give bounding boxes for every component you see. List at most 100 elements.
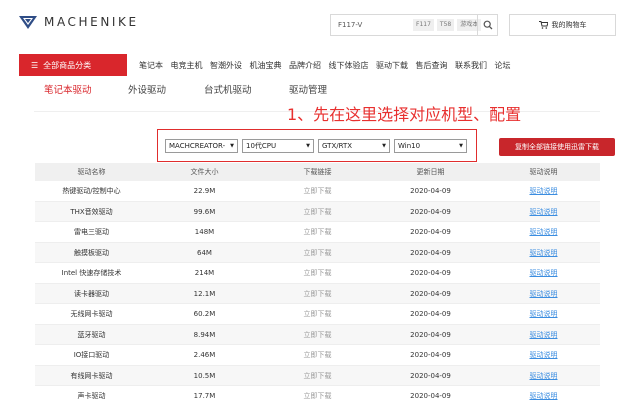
driver-notes-link[interactable]: 驱动说明 [487,345,600,365]
driver-notes-link[interactable]: 驱动说明 [487,243,600,263]
nav-link-guide[interactable]: 机油宝典 [250,60,282,71]
logo-text: MACHENIKE [44,15,139,29]
table-row: Intel 快速存储技术 214M 立即下载 2020-04-09 驱动说明 [35,263,600,284]
driver-name: 读卡器驱动 [74,289,109,298]
download-link[interactable]: 立即下载 [261,284,374,304]
file-size: 12.1M [193,289,216,298]
driver-name: 蓝牙驱动 [77,330,106,339]
driver-name: IO接口驱动 [73,351,110,359]
update-date: 2020-04-09 [410,330,451,339]
driver-name: 雷电三驱动 [74,228,109,236]
file-size: 2.46M [193,351,216,359]
nav-link-stores[interactable]: 线下体验店 [329,60,369,71]
tab-driver-manager[interactable]: 驱动管理 [289,82,327,96]
table-row: THX音效驱动 99.6M 立即下载 2020-04-09 驱动说明 [35,201,600,222]
header-update-date: 更新日期 [416,168,445,176]
update-date: 2020-04-09 [410,310,451,318]
file-size: 22.9M [193,187,216,195]
search-button[interactable] [477,15,497,35]
cpu-select[interactable]: 10代CPU ▼ [242,139,314,153]
driver-notes-link[interactable]: 驱动说明 [487,202,600,222]
table-row: 热键驱动/控制中心 22.9M 立即下载 2020-04-09 驱动说明 [35,181,600,202]
driver-name: 触摸板驱动 [74,248,109,257]
os-select[interactable]: Win10 ▼ [394,139,467,153]
table-body: 热键驱动/控制中心 22.9M 立即下载 2020-04-09 驱动说明 THX… [35,181,600,400]
tab-notebook-drivers[interactable]: 笔记本驱动 [44,82,92,96]
search-input[interactable] [331,15,411,35]
driver-notes-link[interactable]: 驱动说明 [487,304,600,324]
download-link[interactable]: 立即下载 [261,304,374,324]
file-size: 64M [197,248,212,257]
download-link[interactable]: 立即下载 [261,325,374,345]
dropdown-arrow-icon: ▼ [230,143,234,149]
download-link[interactable]: 立即下载 [261,181,374,201]
table-row: 有线网卡驱动 10.5M 立即下载 2020-04-09 驱动说明 [35,365,600,386]
table-row: IO接口驱动 2.46M 立即下载 2020-04-09 驱动说明 [35,345,600,366]
header: MACHENIKE F117 T58 游戏本 我的购物车 [0,0,634,50]
header-download-link: 下载链接 [303,168,332,176]
driver-notes-link[interactable]: 驱动说明 [487,181,600,201]
filter-highlight-box: MACHCREATOR- ▼ 10代CPU ▼ GTX/RTX ▼ Win10 … [157,129,477,162]
file-size: 214M [194,269,215,277]
table-row: 蓝牙驱动 8.94M 立即下载 2020-04-09 驱动说明 [35,324,600,345]
driver-notes-link[interactable]: 驱动说明 [487,222,600,242]
copy-all-links-button[interactable]: 复制全部链接使用迅雷下载 [499,138,615,156]
update-date: 2020-04-09 [410,371,451,380]
all-categories-label: 全部商品分类 [43,60,92,70]
cart-button[interactable]: 我的购物车 [509,14,616,36]
driver-notes-link[interactable]: 驱动说明 [487,366,600,386]
driver-tabs: 笔记本驱动 外设驱动 台式机驱动 驱动管理 [0,82,634,102]
nav-link-brand[interactable]: 品牌介绍 [289,60,321,71]
download-link[interactable]: 立即下载 [261,263,374,283]
nav-link-peripherals[interactable]: 智潮外设 [210,60,242,71]
nav-link-gaming-pc[interactable]: 电竞主机 [171,60,203,71]
update-date: 2020-04-09 [410,392,451,400]
driver-name: 声卡驱动 [77,392,106,400]
tab-peripheral-drivers[interactable]: 外设驱动 [128,82,166,96]
driver-name: Intel 快速存储技术 [61,269,122,277]
driver-notes-link[interactable]: 驱动说明 [487,325,600,345]
driver-name: THX音效驱动 [70,207,113,216]
file-size: 17.7M [193,392,216,400]
dropdown-arrow-icon: ▼ [382,143,386,149]
all-categories-button[interactable]: ☰ 全部商品分类 [19,54,127,76]
driver-notes-link[interactable]: 驱动说明 [487,263,600,283]
search-box: F117 T58 游戏本 [330,14,498,36]
table-row: 触摸板驱动 64M 立即下载 2020-04-09 驱动说明 [35,242,600,263]
download-link[interactable]: 立即下载 [261,366,374,386]
download-link[interactable]: 立即下载 [261,202,374,222]
driver-notes-link[interactable]: 驱动说明 [487,284,600,304]
nav-link-notebook[interactable]: 笔记本 [139,60,163,71]
update-date: 2020-04-09 [410,187,451,195]
tab-desktop-drivers[interactable]: 台式机驱动 [204,82,252,96]
cpu-select-value: 10代CPU [246,142,277,150]
logo[interactable]: MACHENIKE [18,14,139,30]
update-date: 2020-04-09 [410,228,451,236]
os-select-value: Win10 [398,142,421,150]
cart-icon [538,21,548,29]
table-row: 无线网卡驱动 60.2M 立即下载 2020-04-09 驱动说明 [35,304,600,325]
table-header: 驱动名称 文件大小 下载链接 更新日期 驱动说明 [35,163,600,181]
driver-notes-link[interactable]: 驱动说明 [487,386,600,400]
nav-link-contact[interactable]: 联系我们 [455,60,487,71]
annotation-text: 1、先在这里选择对应机型、配置 [287,105,522,124]
download-link[interactable]: 立即下载 [261,222,374,242]
cart-label: 我的购物车 [551,21,587,29]
nav-link-drivers[interactable]: 驱动下载 [376,60,408,71]
download-link[interactable]: 立即下载 [261,345,374,365]
table-row: 声卡驱动 17.7M 立即下载 2020-04-09 驱动说明 [35,386,600,400]
download-link[interactable]: 立即下载 [261,386,374,400]
table-row: 雷电三驱动 148M 立即下载 2020-04-09 驱动说明 [35,222,600,243]
search-chip[interactable]: T58 [436,19,455,31]
nav-links: 笔记本 电竞主机 智潮外设 机油宝典 品牌介绍 线下体验店 驱动下载 售后查询 … [139,54,518,76]
search-chip[interactable]: F117 [413,19,434,31]
download-link[interactable]: 立即下载 [261,243,374,263]
update-date: 2020-04-09 [410,289,451,298]
search-suggestions: F117 T58 游戏本 [413,19,482,31]
driver-name: 有线网卡驱动 [70,371,113,380]
gpu-select[interactable]: GTX/RTX ▼ [318,139,390,153]
model-select[interactable]: MACHCREATOR- ▼ [165,139,238,153]
update-date: 2020-04-09 [410,269,451,277]
nav-link-forum[interactable]: 论坛 [495,60,511,71]
nav-link-after-sales[interactable]: 售后查询 [416,60,448,71]
